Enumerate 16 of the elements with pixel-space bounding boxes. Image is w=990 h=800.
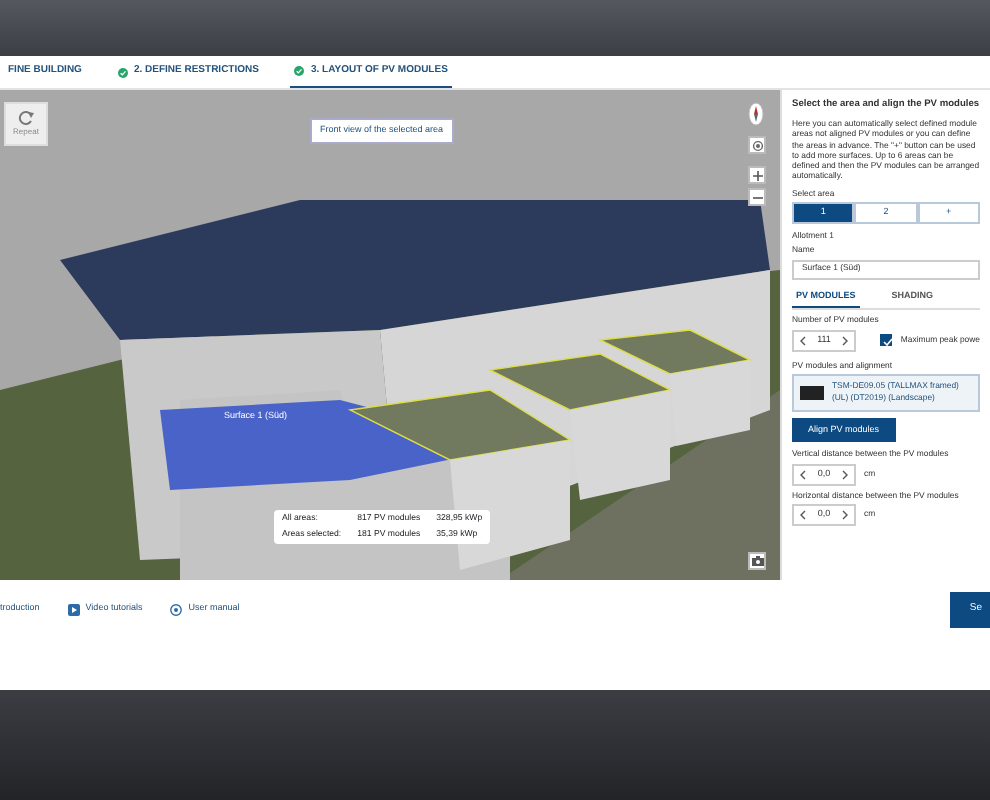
target-icon[interactable] [748, 136, 766, 154]
chevron-right-icon[interactable] [842, 335, 848, 346]
help-icon [170, 603, 183, 616]
chevron-right-icon[interactable] [841, 469, 848, 480]
camera-icon[interactable] [748, 552, 766, 570]
chevron-left-icon[interactable] [800, 509, 806, 520]
chevron-left-icon[interactable] [800, 335, 806, 346]
chevron-right-icon[interactable] [841, 509, 848, 520]
zoom-in-icon[interactable] [748, 166, 766, 184]
repeat-icon [17, 110, 35, 126]
compass-icon [748, 102, 764, 126]
video-icon [67, 603, 80, 616]
chevron-left-icon[interactable] [800, 469, 806, 480]
checkbox[interactable] [880, 334, 893, 347]
solar-panel-icon [800, 385, 824, 400]
zoom-out-icon[interactable] [748, 188, 766, 206]
